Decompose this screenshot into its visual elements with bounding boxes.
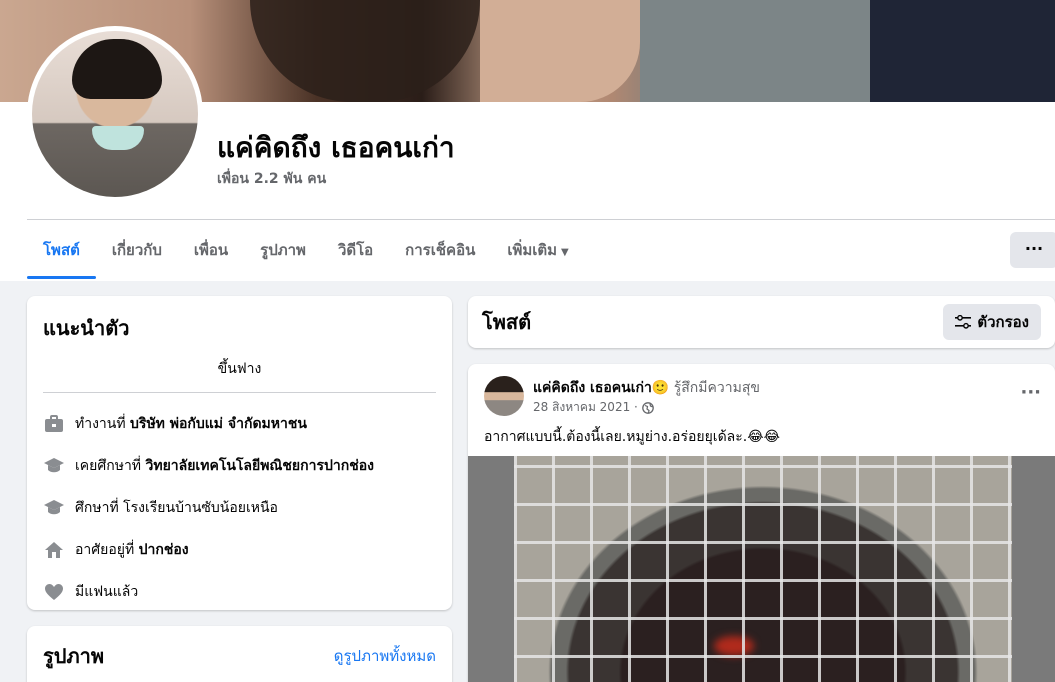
- tab-label: เกี่ยวกับ: [111, 241, 162, 259]
- smile-emoji: 🙂: [651, 380, 670, 396]
- post-card: แค่คิดถึง เธอคนเก่า🙂 รู้สึกมีความสุข 28 …: [468, 364, 1055, 682]
- info-school-text: ศึกษาที่ โรงเรียนบ้านซับน้อยเหนือ: [75, 500, 278, 516]
- profile-avatar[interactable]: [32, 31, 198, 197]
- home-icon: [43, 539, 65, 561]
- post-meta: 28 สิงหาคม 2021 ·: [533, 398, 654, 417]
- tab-label: เพื่อน: [193, 241, 229, 259]
- info-relationship: มีแฟนแล้ว: [43, 571, 436, 613]
- more-options-button[interactable]: ···: [1010, 232, 1055, 268]
- graduation-cap-icon: [43, 497, 65, 519]
- filter-icon: [955, 315, 972, 329]
- tab-checkins[interactable]: การเช็คอิน: [389, 229, 491, 279]
- intro-title: แนะนำตัว: [43, 316, 130, 340]
- info-work-prefix: ทำงานที่: [75, 416, 126, 432]
- info-college-prefix: เคยศึกษาที่: [75, 458, 142, 474]
- tab-more[interactable]: เพิ่มเติม ▼: [491, 229, 584, 279]
- photos-card: รูปภาพ ดูรูปภาพทั้งหมด: [27, 626, 452, 682]
- info-college-value[interactable]: วิทยาลัยเทคโนโลยีพณิชยการปากช่อง: [146, 455, 374, 477]
- intro-bio: ขึ้นฟาง: [217, 361, 262, 377]
- tab-label: รูปภาพ: [260, 241, 306, 259]
- post-photo-container: [468, 456, 1055, 682]
- avatar-mask: [92, 126, 144, 150]
- filter-button[interactable]: ตัวกรอง: [943, 304, 1041, 340]
- tab-label: วิดีโอ: [337, 241, 374, 259]
- info-college: เคยศึกษาที่ วิทยาลัยเทคโนโลยีพณิชยการปาก…: [43, 445, 436, 487]
- info-lives-prefix: อาศัยอยู่ที่: [75, 542, 135, 558]
- post-author-avatar[interactable]: [484, 376, 524, 416]
- avatar-hair: [72, 39, 162, 99]
- cover-shape: [250, 0, 480, 102]
- grill-grate: [514, 456, 1012, 682]
- graduation-cap-icon: [43, 455, 65, 477]
- see-all-photos-link[interactable]: ดูรูปภาพทั้งหมด: [334, 644, 436, 668]
- tab-label: เพิ่มเติม: [507, 241, 558, 259]
- tab-posts[interactable]: โพสต์: [27, 229, 96, 279]
- friends-count[interactable]: เพื่อน 2.2 พัน คน: [217, 168, 326, 190]
- tab-friends[interactable]: เพื่อน: [178, 229, 244, 279]
- cover-shape: [640, 0, 870, 102]
- tab-label: โพสต์: [43, 241, 80, 259]
- info-work: ทำงานที่ บริษัท พ่อกับแม่ จำกัดมหาชน: [43, 403, 436, 445]
- info-school: ศึกษาที่ โรงเรียนบ้านซับน้อยเหนือ: [43, 487, 436, 529]
- intro-card: แนะนำตัว ขึ้นฟาง ทำงานที่ บริษัท พ่อกับแ…: [27, 296, 452, 610]
- profile-tabs: โพสต์ เกี่ยวกับ เพื่อน รูปภาพ วิดีโอ การ…: [27, 229, 585, 281]
- photos-title: รูปภาพ: [43, 644, 105, 668]
- info-work-value[interactable]: บริษัท พ่อกับแม่ จำกัดมหาชน: [130, 413, 307, 435]
- caret-down-icon: ▼: [561, 247, 569, 258]
- cover-shape: [870, 0, 1055, 102]
- tab-about[interactable]: เกี่ยวกับ: [96, 229, 178, 279]
- post-options-button[interactable]: ···: [1020, 382, 1041, 403]
- cover-shape: [480, 0, 640, 102]
- briefcase-icon: [43, 413, 65, 435]
- globe-icon: [641, 401, 654, 414]
- profile-name: แค่คิดถึง เธอคนเก่า: [217, 131, 455, 164]
- post-author-line: แค่คิดถึง เธอคนเก่า🙂 รู้สึกมีความสุข: [533, 377, 760, 399]
- info-lives-value[interactable]: ปากช่อง: [139, 539, 189, 561]
- intro-divider: [43, 392, 436, 393]
- header-divider: [27, 219, 1055, 220]
- post-date[interactable]: 28 สิงหาคม 2021 ·: [533, 398, 638, 417]
- info-relationship-text: มีแฟนแล้ว: [75, 584, 139, 600]
- tab-label: การเช็คอิน: [405, 241, 476, 259]
- post-photo[interactable]: [514, 456, 1012, 682]
- post-text: อากาศแบบนี้.ต้องนี้เลย.หมูย่าง.อร่อยยุเด…: [484, 429, 780, 445]
- filter-label: ตัวกรอง: [977, 313, 1029, 331]
- heart-icon: [43, 581, 65, 603]
- post-feeling: รู้สึกมีความสุข: [669, 380, 760, 396]
- tab-photos[interactable]: รูปภาพ: [244, 229, 322, 279]
- tab-videos[interactable]: วิดีโอ: [322, 229, 389, 279]
- info-lives: อาศัยอยู่ที่ ปากช่อง: [43, 529, 436, 571]
- posts-header-card: โพสต์ ตัวกรอง: [468, 296, 1055, 348]
- post-author-name[interactable]: แค่คิดถึง เธอคนเก่า: [533, 380, 652, 396]
